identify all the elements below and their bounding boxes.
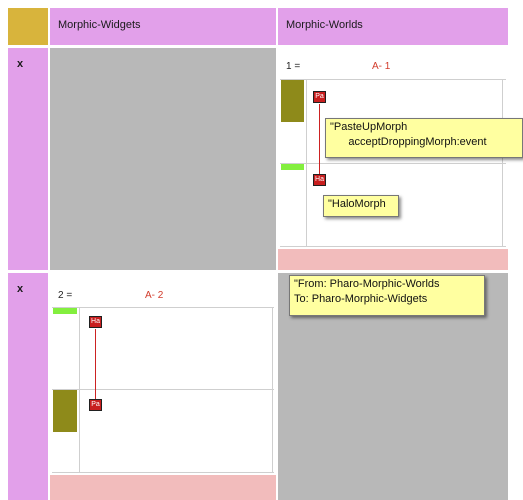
column-header-morphic-widgets[interactable]: Morphic-Widgets — [50, 8, 276, 45]
tooltip-pasteup-morph: "PasteUpMorph acceptDroppingMorph:event — [325, 118, 523, 158]
divider — [306, 80, 307, 246]
link-line — [319, 104, 320, 176]
divider — [272, 308, 273, 472]
cell-footer — [50, 475, 276, 500]
tooltip-dependency: "From: Pharo-Morphic-Worlds To: Pharo-Mo… — [289, 275, 485, 316]
dependency-cell-a2[interactable] — [50, 273, 276, 473]
divider — [280, 79, 506, 80]
column-header-label: Morphic-Widgets — [58, 19, 141, 31]
chip-label: Pa — [91, 401, 100, 408]
package-block — [53, 390, 77, 432]
link-line — [95, 329, 96, 401]
row-marker: x — [17, 58, 24, 70]
chip-label: Ha — [315, 176, 324, 183]
divider — [52, 307, 274, 308]
row-marker: x — [17, 283, 24, 295]
package-bar — [53, 308, 77, 314]
divider — [52, 472, 274, 473]
chip-label: Pa — [315, 93, 324, 100]
cell-name: A- 1 — [372, 61, 391, 72]
divider — [79, 308, 80, 472]
class-chip[interactable]: Ha — [89, 316, 102, 328]
tooltip-halo-morph: "HaloMorph — [323, 195, 399, 217]
divider — [280, 246, 506, 247]
class-chip[interactable]: Pa — [89, 399, 102, 411]
package-block — [281, 80, 304, 122]
column-header-label: Morphic-Worlds — [286, 19, 363, 31]
row-header-1[interactable]: x — [8, 48, 48, 270]
divider — [502, 80, 503, 246]
empty-cell-widgets-row1 — [50, 48, 276, 270]
package-bar — [281, 164, 304, 170]
cell-name: A- 2 — [145, 290, 164, 301]
corner-cell — [8, 8, 48, 45]
cell-footer — [278, 249, 508, 270]
class-chip[interactable]: Pa — [313, 91, 326, 103]
column-header-morphic-worlds[interactable]: Morphic-Worlds — [278, 8, 508, 45]
class-chip[interactable]: Ha — [313, 174, 326, 186]
cell-index: 1 = — [286, 61, 301, 72]
divider — [280, 163, 506, 164]
chip-label: Ha — [91, 318, 100, 325]
row-header-2[interactable]: x — [8, 273, 48, 500]
divider — [52, 389, 274, 390]
cell-index: 2 = — [58, 290, 73, 301]
